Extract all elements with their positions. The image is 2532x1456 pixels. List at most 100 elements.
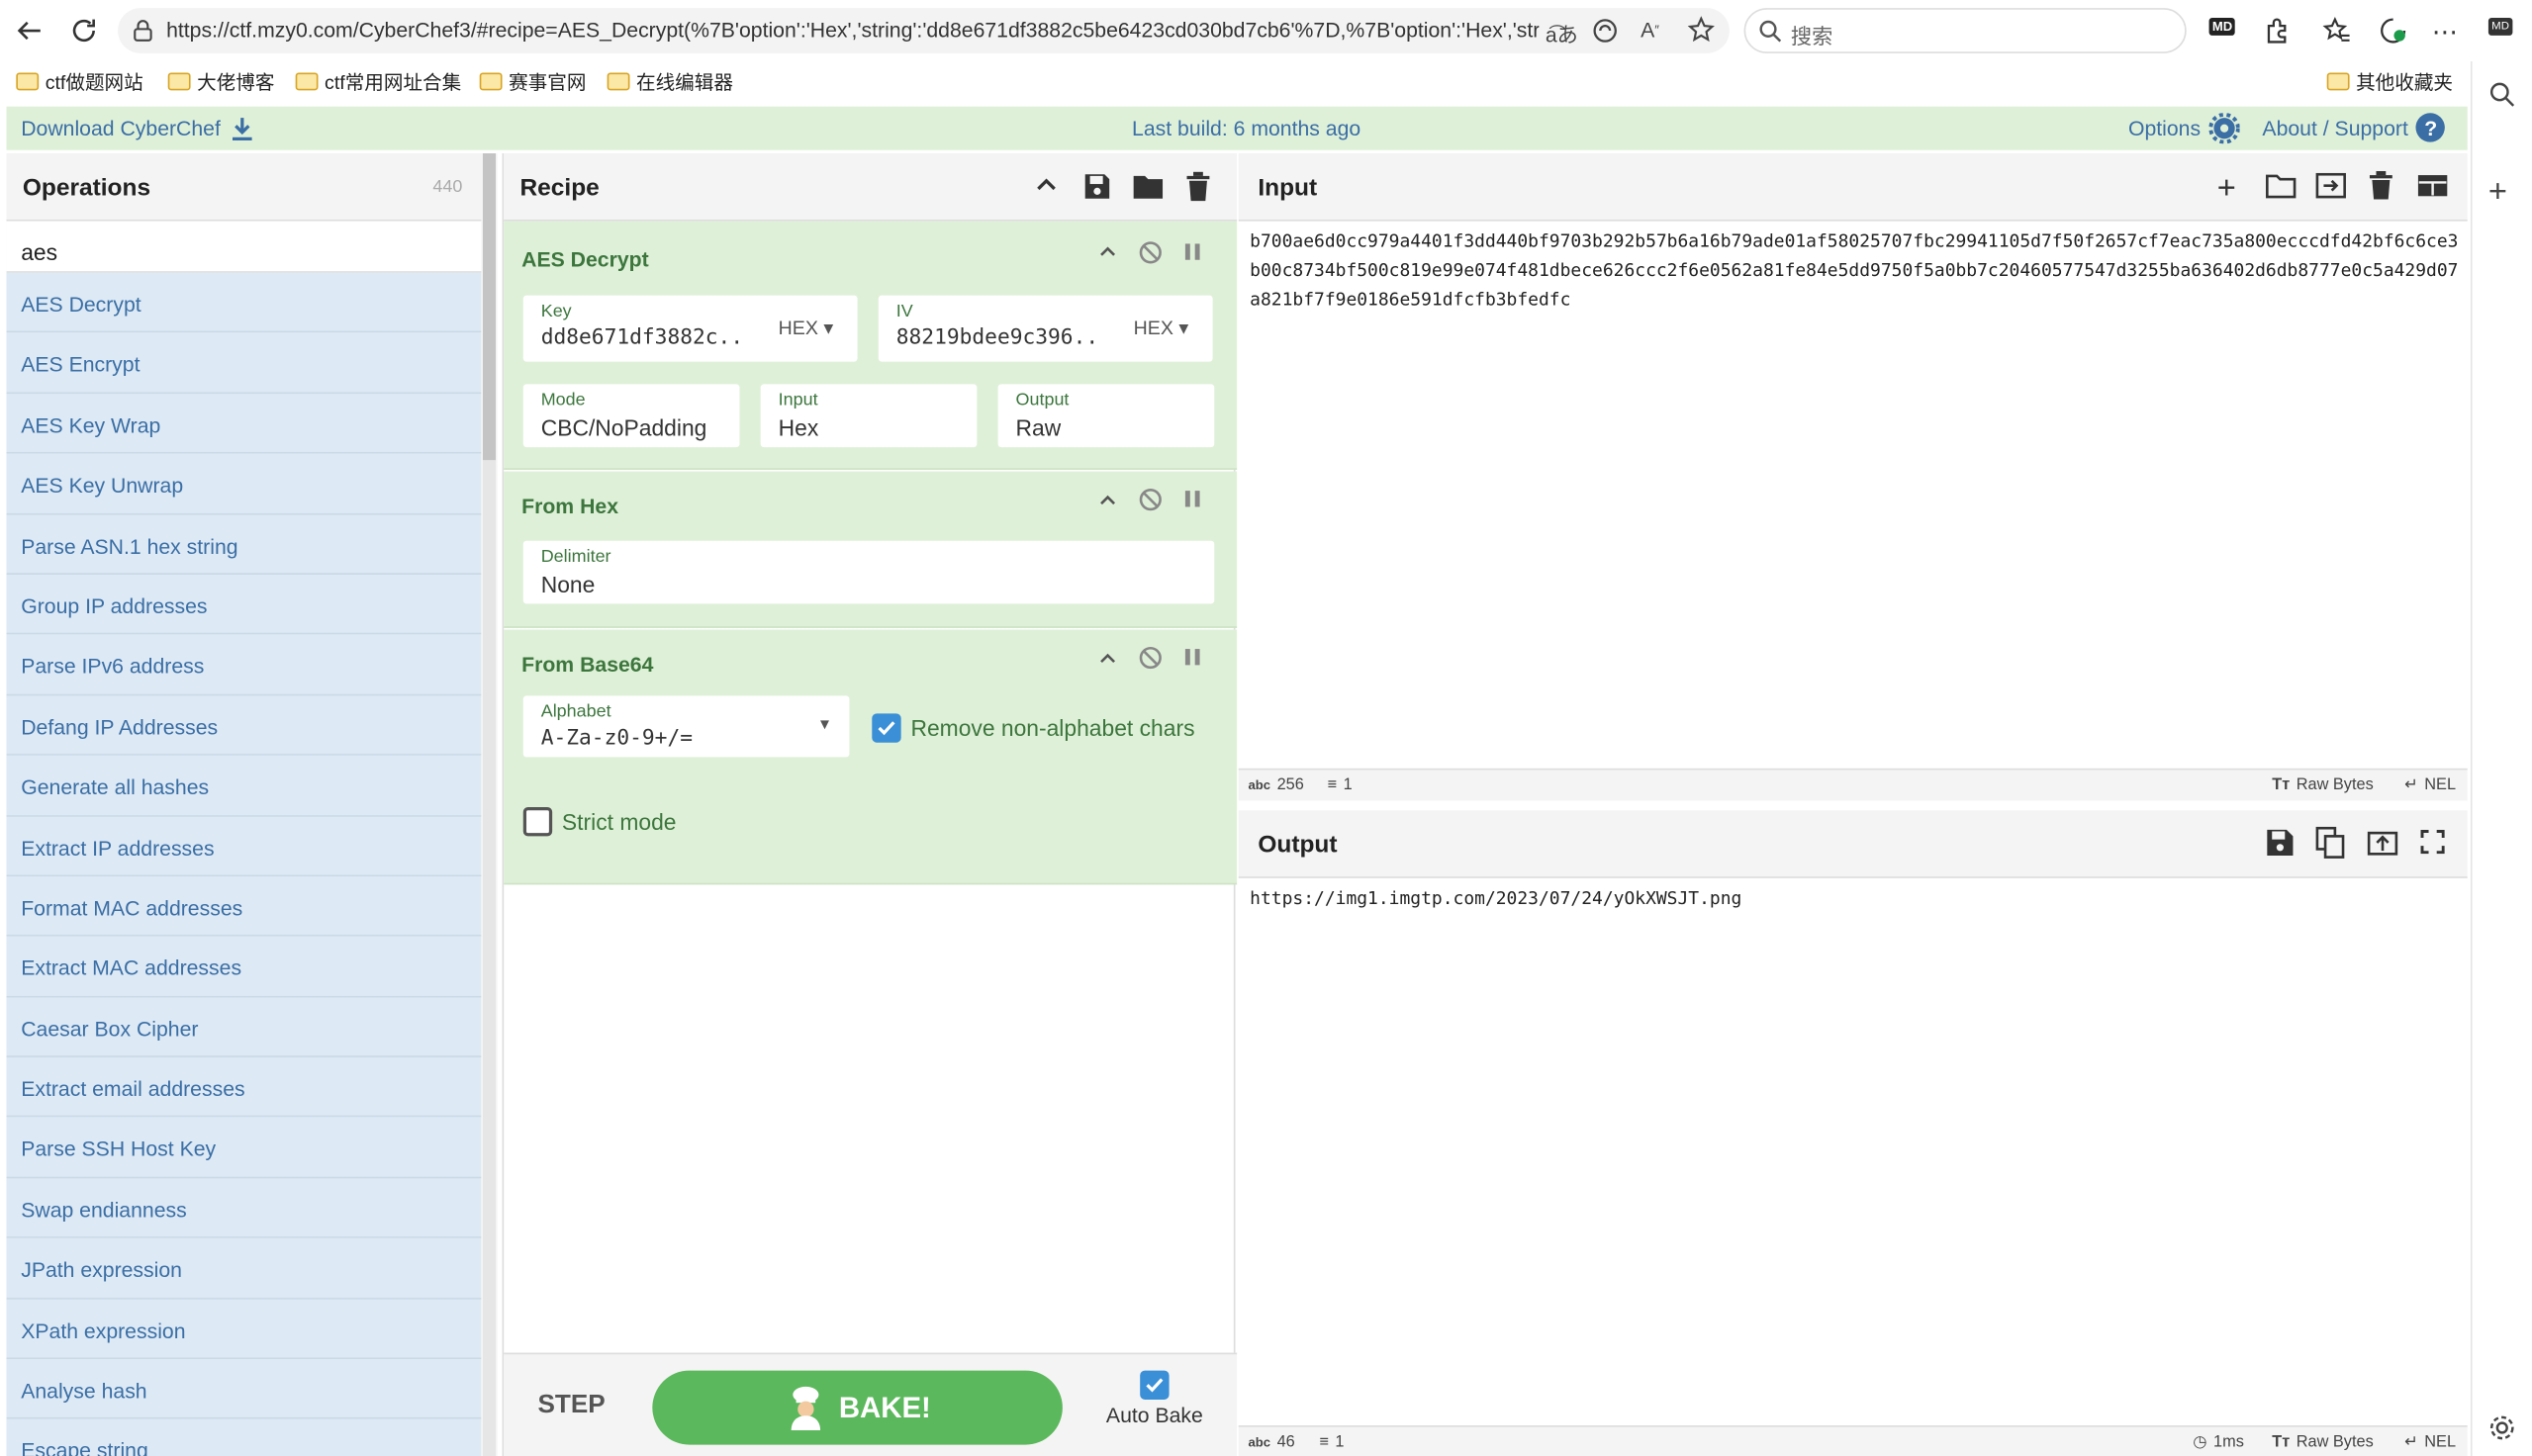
operation-item[interactable]: Swap endianness <box>6 1178 482 1239</box>
more-menu-icon[interactable]: ⋯ <box>2432 16 2458 48</box>
operation-item[interactable]: AES Key Wrap <box>6 393 482 454</box>
disable-icon[interactable] <box>1139 646 1163 670</box>
add-tab-icon[interactable]: + <box>2217 171 2236 209</box>
disable-icon[interactable] <box>1139 240 1163 264</box>
operation-item[interactable]: Defang IP Addresses <box>6 694 482 756</box>
output-header: Output <box>1238 810 2468 878</box>
output-text[interactable]: https://img1.imgtp.com/2023/07/24/yOkXWS… <box>1250 884 2464 913</box>
sidebar-copilot-icon[interactable]: MD <box>2487 17 2513 36</box>
alphabet-select[interactable]: Alphabet A-Za-z0-9+/= ▾ <box>522 695 850 758</box>
operation-item[interactable]: Extract IP addresses <box>6 816 482 877</box>
key-format-dropdown[interactable]: HEX ▾ <box>779 317 834 339</box>
operations-scrollbar[interactable] <box>482 153 497 1456</box>
translate-icon[interactable]: a͡あ <box>1546 18 1578 48</box>
operation-item[interactable]: Parse ASN.1 hex string <box>6 513 482 575</box>
operation-title: AES Decrypt <box>521 246 649 272</box>
output-format-select[interactable]: Output Raw <box>997 384 1215 448</box>
collapse-icon[interactable] <box>1098 243 1118 259</box>
iv-field[interactable]: IV 88219bdee9c396... HEX ▾ <box>878 295 1213 362</box>
collapse-icon[interactable] <box>1098 651 1118 667</box>
collapse-icon[interactable] <box>1098 493 1118 508</box>
operation-item[interactable]: AES Decrypt <box>6 272 482 333</box>
bookmark-folder[interactable]: 在线编辑器 <box>607 68 733 96</box>
operation-item[interactable]: Escape string <box>6 1419 482 1456</box>
remove-non-alphabet-checkbox[interactable]: Remove non-alphabet chars <box>872 713 1195 743</box>
operation-item[interactable]: Group IP addresses <box>6 574 482 635</box>
operation-item[interactable]: JPath expression <box>6 1238 482 1300</box>
output-encoding[interactable]: Tᴛ Raw Bytes <box>2272 1433 2374 1451</box>
reset-layout-icon[interactable] <box>2417 174 2448 197</box>
open-folder-icon[interactable] <box>2266 173 2297 199</box>
add-icon[interactable]: + <box>2488 174 2507 212</box>
breakpoint-pause-icon[interactable] <box>1183 242 1201 262</box>
breakpoint-pause-icon[interactable] <box>1183 489 1201 508</box>
operation-item[interactable]: Extract MAC addresses <box>6 937 482 998</box>
save-recipe-icon[interactable] <box>1081 171 1112 202</box>
save-output-icon[interactable] <box>2266 828 2295 857</box>
download-link[interactable]: Download CyberChef <box>21 117 252 140</box>
reload-icon[interactable] <box>69 16 98 45</box>
disable-icon[interactable] <box>1139 488 1163 511</box>
maximise-icon[interactable] <box>2420 830 2445 855</box>
settings-gear-icon[interactable] <box>2488 1414 2516 1442</box>
operation-item[interactable]: AES Encrypt <box>6 332 482 394</box>
key-value[interactable]: dd8e671df3882c... <box>541 326 743 350</box>
strict-mode-checkbox[interactable]: Strict mode <box>522 807 677 837</box>
favorites-icon[interactable] <box>2322 16 2351 45</box>
operation-item[interactable]: Format MAC addresses <box>6 876 482 938</box>
bake-button[interactable]: BAKE! <box>652 1370 1063 1445</box>
other-bookmarks[interactable]: 其他收藏夹 <box>2326 68 2453 96</box>
auto-bake-checkbox[interactable]: Auto Bake <box>1098 1370 1211 1427</box>
folder-icon <box>16 72 40 91</box>
clear-input-icon[interactable] <box>2369 170 2392 200</box>
clear-recipe-icon[interactable] <box>1185 171 1211 202</box>
breakpoint-pause-icon[interactable] <box>1183 647 1201 667</box>
output-eol[interactable]: ↵ NEL <box>2404 1433 2456 1451</box>
scrollbar-thumb[interactable] <box>482 153 497 461</box>
extension-md-icon[interactable]: MD <box>2208 17 2236 36</box>
operation-item[interactable]: XPath expression <box>6 1299 482 1360</box>
tracking-icon[interactable] <box>1592 18 1618 44</box>
url-text[interactable]: https://ctf.mzy0.com/CyberChef3/#recipe=… <box>166 18 1539 42</box>
operation-item[interactable]: Parse IPv6 address <box>6 634 482 695</box>
address-bar[interactable]: https://ctf.mzy0.com/CyberChef3/#recipe=… <box>118 8 1730 53</box>
operation-item[interactable]: AES Key Unwrap <box>6 453 482 514</box>
bookmark-folder[interactable]: 赛事官网 <box>479 68 586 96</box>
read-aloud-icon[interactable]: A ″ <box>1641 18 1659 42</box>
step-button[interactable]: STEP <box>537 1392 605 1420</box>
copy-output-icon[interactable] <box>2315 826 2345 860</box>
iv-format-dropdown[interactable]: HEX ▾ <box>1134 317 1189 339</box>
bookmarks-bar: ctf做题网站 大佬博客 ctf常用网址合集 赛事官网 在线编辑器 其他收藏夹 <box>0 61 2471 100</box>
load-recipe-icon[interactable] <box>1132 173 1165 201</box>
browser-essentials-icon[interactable] <box>2379 16 2407 45</box>
replace-input-icon[interactable] <box>2367 828 2398 856</box>
key-field[interactable]: Key dd8e671df3882c... HEX ▾ <box>522 295 858 362</box>
input-encoding[interactable]: Tᴛ Raw Bytes <box>2272 776 2374 794</box>
operation-item[interactable]: Caesar Box Cipher <box>6 997 482 1058</box>
browser-search-box[interactable]: 搜索 <box>1743 8 2187 53</box>
options-link[interactable]: Options <box>2128 113 2240 144</box>
lock-icon[interactable] <box>133 20 153 43</box>
operation-item[interactable]: Analyse hash <box>6 1359 482 1420</box>
open-file-icon[interactable] <box>2315 172 2346 199</box>
favorite-star-icon[interactable] <box>1687 16 1715 44</box>
operations-search-input[interactable]: aes <box>6 221 482 273</box>
search-icon[interactable] <box>2488 81 2516 109</box>
input-text[interactable]: b700ae6d0cc979a4401f3dd440bf9703b292b57b… <box>1250 228 2464 315</box>
input-eol[interactable]: ↵ NEL <box>2404 776 2456 794</box>
delimiter-select[interactable]: Delimiter None <box>522 540 1215 604</box>
operation-item[interactable]: Generate all hashes <box>6 755 482 817</box>
extensions-puzzle-icon[interactable] <box>2264 16 2293 45</box>
input-format-select[interactable]: Input Hex <box>760 384 978 448</box>
collapse-all-icon[interactable] <box>1035 176 1058 192</box>
back-arrow-icon[interactable] <box>15 16 44 45</box>
operation-item[interactable]: Parse SSH Host Key <box>6 1118 482 1179</box>
output-format-label: Output <box>1015 390 1070 410</box>
bookmark-folder[interactable]: ctf做题网站 <box>16 68 143 96</box>
iv-value[interactable]: 88219bdee9c396... <box>896 326 1098 350</box>
bookmark-folder[interactable]: 大佬博客 <box>167 68 274 96</box>
bookmark-folder[interactable]: ctf常用网址合集 <box>295 68 461 96</box>
mode-select[interactable]: Mode CBC/NoPadding <box>522 384 740 448</box>
about-support-link[interactable]: About / Support ? <box>2262 113 2446 142</box>
operation-item[interactable]: Extract email addresses <box>6 1057 482 1119</box>
